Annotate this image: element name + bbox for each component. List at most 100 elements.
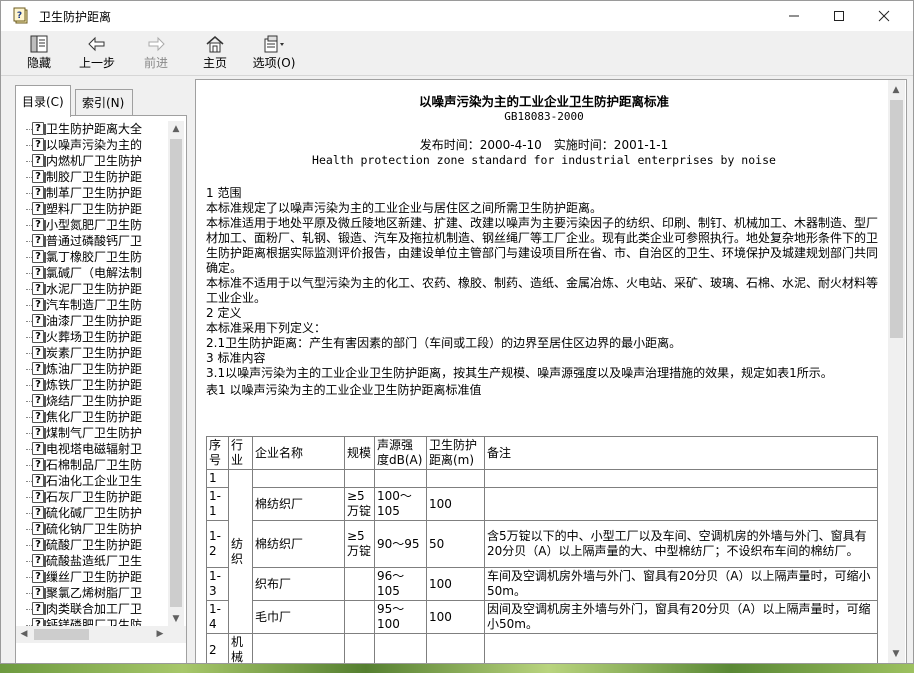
- cell-distance: [426, 633, 485, 663]
- tree-item[interactable]: ? 煤制气厂卫生防护: [26, 425, 168, 441]
- content-vertical-scrollbar[interactable]: ▲ ▼: [888, 80, 905, 663]
- table-row: 1-1 棉纺织厂 ≥5万锭 100～105 100: [206, 487, 878, 521]
- tree-item-label: 火葬场卫生防护距: [46, 330, 143, 344]
- tree-item[interactable]: ? 制胶厂卫生防护距: [26, 169, 168, 185]
- title-bar[interactable]: ? 卫生防护距离: [1, 1, 913, 31]
- help-topic-icon: ?: [32, 506, 46, 519]
- tree-item[interactable]: ? 卫生防护距离大全: [26, 121, 168, 137]
- col-header-scale: 规模: [344, 436, 375, 470]
- help-topic-icon: ?: [32, 170, 46, 183]
- scroll-up-arrow-icon[interactable]: ▲: [168, 121, 184, 137]
- home-button[interactable]: 主页: [193, 33, 237, 73]
- tree-item[interactable]: ? 内燃机厂卫生防护: [26, 153, 168, 169]
- home-label: 主页: [202, 56, 227, 70]
- tree-item[interactable]: ? 水泥厂卫生防护距: [26, 281, 168, 297]
- tree-item[interactable]: ? 缫丝厂卫生防护距: [26, 569, 168, 585]
- tree-scroll-thumb[interactable]: [170, 139, 182, 607]
- cell-no: 1-1: [206, 487, 229, 521]
- tree-item[interactable]: ? 硫化钠厂卫生防护: [26, 521, 168, 537]
- contents-tree-frame: ? 卫生防护距离大全? 以噪声污染为主的? 内燃机厂卫生防护? 制胶厂卫生防护距? 制革厂…: [15, 115, 187, 663]
- tree-item-label: 缫丝厂卫生防护距: [46, 570, 143, 584]
- help-topic-icon: ?: [32, 378, 46, 391]
- cell-name: 棉纺织厂: [252, 487, 345, 521]
- tree-item[interactable]: ? 聚氯乙烯树脂厂卫: [26, 585, 168, 601]
- cell-note: 含5万锭以下的中、小型工厂以及车间、空调机房的外墙与外门、窗具有20分贝（A）以…: [484, 520, 878, 568]
- help-topic-icon: ?: [32, 330, 46, 343]
- scroll-down-arrow-icon[interactable]: ▼: [168, 611, 184, 627]
- scroll-left-arrow-icon[interactable]: ◀: [16, 626, 32, 642]
- maximize-button[interactable]: [816, 1, 862, 31]
- tab-contents[interactable]: 目录(C): [15, 85, 71, 117]
- tree-item[interactable]: ? 石油化工企业卫生: [26, 473, 168, 489]
- tree-item[interactable]: ? 硫酸盐造纸厂卫生: [26, 553, 168, 569]
- doc-title: 以噪声污染为主的工业企业卫生防护距离标准: [418, 94, 669, 109]
- help-topic-icon: ?: [32, 570, 46, 583]
- help-topic-icon: ?: [32, 586, 46, 599]
- tree-horizontal-scrollbar[interactable]: ◀ ▶: [16, 626, 186, 643]
- cell-scale: ≥5万锭: [344, 487, 375, 521]
- tree-item-label: 聚氯乙烯树脂厂卫: [46, 586, 143, 600]
- tree-item[interactable]: ? 制革厂卫生防护距: [26, 185, 168, 201]
- back-button[interactable]: 上一步: [73, 33, 121, 73]
- content-scroll-thumb[interactable]: [890, 100, 903, 338]
- cell-no: 1-2: [206, 520, 229, 568]
- cell-scale: ≥5万锭: [344, 520, 375, 568]
- cell-distance: 100: [426, 600, 485, 634]
- cell-note: [484, 487, 878, 521]
- tree-item-label: 炼铁厂卫生防护距: [46, 378, 143, 392]
- tree-item-label: 烧结厂卫生防护距: [46, 394, 143, 408]
- tree-item[interactable]: ? 硫化碱厂卫生防护: [26, 505, 168, 521]
- tree-item[interactable]: ? 以噪声污染为主的: [26, 137, 168, 153]
- content-scroll-down-arrow-icon[interactable]: ▼: [888, 646, 904, 662]
- tree-item[interactable]: ? 硫酸厂卫生防护距: [26, 537, 168, 553]
- cell-no: 1-4: [206, 600, 229, 634]
- tree-item[interactable]: ? 普通过磷酸钙厂卫: [26, 233, 168, 249]
- col-header-name: 企业名称: [252, 436, 345, 470]
- cell-note: 车间及空调机房外墙与外门、窗具有20分贝（A）以上隔声量时，可缩小50m。: [484, 567, 878, 601]
- cell-industry: 机械: [228, 633, 253, 663]
- cell-db: 100～105: [374, 487, 427, 521]
- tree-item[interactable]: ? 氯碱厂（电解法制: [26, 265, 168, 281]
- options-icon: [261, 33, 287, 55]
- hide-button[interactable]: 隐藏: [17, 33, 61, 73]
- table-row: 2 机械: [206, 633, 878, 663]
- scroll-right-arrow-icon[interactable]: ▶: [152, 626, 168, 642]
- options-label: 选项(O): [252, 56, 296, 70]
- tree-item[interactable]: ? 小型氮肥厂卫生防: [26, 217, 168, 233]
- tree-item[interactable]: ? 肉类联合加工厂卫: [26, 601, 168, 617]
- tree-item-label: 硫化碱厂卫生防护: [46, 506, 143, 520]
- tree-item[interactable]: ? 炭素厂卫生防护距: [26, 345, 168, 361]
- tree-item[interactable]: ? 火葬场卫生防护距: [26, 329, 168, 345]
- content-scroll-up-arrow-icon[interactable]: ▲: [888, 82, 904, 98]
- doc-paragraph: 2 定义: [206, 306, 242, 320]
- doc-paragraph: 本标准适用于地处平原及微丘陵地区新建、扩建、改建以噪声为主要污染因子的纺织、印刷…: [206, 216, 879, 275]
- close-button[interactable]: [861, 1, 907, 31]
- tree-item[interactable]: ? 塑料厂卫生防护距: [26, 201, 168, 217]
- minimize-button[interactable]: [771, 1, 817, 31]
- tree-hscroll-thumb[interactable]: [34, 629, 89, 640]
- tree-item[interactable]: ? 氯丁橡胶厂卫生防: [26, 249, 168, 265]
- tree-item-label: 以噪声污染为主的: [46, 138, 143, 152]
- options-button[interactable]: 选项(O): [247, 33, 301, 73]
- tree-item[interactable]: ? 石灰厂卫生防护距: [26, 489, 168, 505]
- tree-item[interactable]: ? 电视塔电磁辐射卫: [26, 441, 168, 457]
- cell-name: 织布厂: [252, 567, 345, 601]
- navigation-pane: 目录(C) 索引(N) ? 卫生防护距离大全? 以噪声污染为主的? 内燃机厂卫生防护?…: [9, 79, 189, 663]
- col-header-distance: 卫生防护距离(m): [426, 436, 485, 470]
- tree-item[interactable]: ? 汽车制造厂卫生防: [26, 297, 168, 313]
- cell-no: 2: [206, 633, 229, 663]
- tree-item[interactable]: ? 油漆厂卫生防护距: [26, 313, 168, 329]
- tree-item[interactable]: ? 焦化厂卫生防护距: [26, 409, 168, 425]
- cell-scale: [344, 633, 375, 663]
- tree-item[interactable]: ? 石棉制品厂卫生防: [26, 457, 168, 473]
- tree-item[interactable]: ? 炼油厂卫生防护距: [26, 361, 168, 377]
- tree-item[interactable]: ? 烧结厂卫生防护距: [26, 393, 168, 409]
- tab-index[interactable]: 索引(N): [75, 89, 133, 115]
- back-label: 上一步: [78, 56, 115, 70]
- forward-button[interactable]: 前进: [135, 33, 177, 73]
- cell-no: 1-3: [206, 567, 229, 601]
- doc-paragraph: 2.1卫生防护距离：产生有害因素的部门（车间或工段）的边界至居住区边界的最小距离…: [206, 336, 682, 350]
- tree-item[interactable]: ? 炼铁厂卫生防护距: [26, 377, 168, 393]
- tree-vertical-scrollbar[interactable]: ▲ ▼: [168, 121, 184, 627]
- contents-tree[interactable]: ? 卫生防护距离大全? 以噪声污染为主的? 内燃机厂卫生防护? 制胶厂卫生防护距? 制革厂…: [26, 121, 168, 627]
